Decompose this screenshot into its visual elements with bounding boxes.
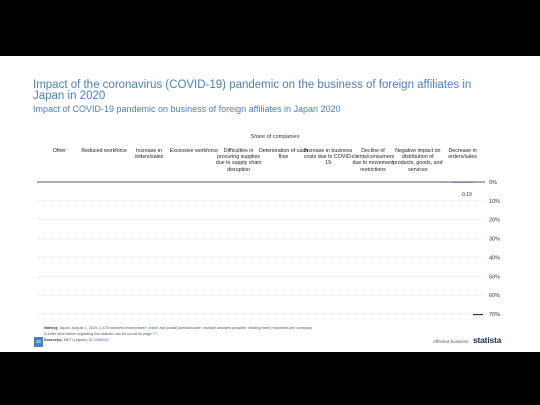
statista-logo: statista <box>473 335 502 345</box>
bar-chart: 0% 10% 20% 30% 40% 50% 60% 70% 0.19 <box>37 180 500 318</box>
bar <box>451 182 474 183</box>
further-info-link[interactable]: page 77 <box>143 332 157 336</box>
page-number: 35 <box>34 337 43 347</box>
y-tick-label: 50% <box>489 274 500 280</box>
data-label: 0.19 <box>462 192 472 198</box>
notes-label: Note(s): <box>44 326 59 330</box>
notes-line: Note(s): Japan; August 1, 2020; 2,476 bu… <box>44 326 312 331</box>
further-info-text: Further information regarding this stati… <box>44 332 143 336</box>
source-line: Source(s): METI (Japan); ID 1256932 <box>44 338 109 343</box>
slide: Impact of the coronavirus (COVID-19) pan… <box>0 56 540 352</box>
source-link[interactable]: ID 1256932 <box>89 338 109 342</box>
y-tick-label: 0% <box>489 180 497 186</box>
legend-affected-business: Affected business <box>433 339 469 344</box>
y-tick-label: 30% <box>489 237 500 243</box>
source-label: Source(s): <box>44 338 63 342</box>
y-tick-label: 10% <box>489 199 500 205</box>
y-tick-label: 20% <box>489 218 500 224</box>
further-info-line: Further information regarding this stati… <box>44 332 157 337</box>
source-text: METI (Japan); <box>63 338 88 342</box>
y-tick-label: 40% <box>489 255 500 261</box>
legend-swatch <box>473 314 483 316</box>
y-tick-label: 70% <box>489 312 500 318</box>
notes-text: Japan; August 1, 2020; 2,476 business en… <box>59 326 312 330</box>
y-tick-label: 60% <box>489 293 500 299</box>
